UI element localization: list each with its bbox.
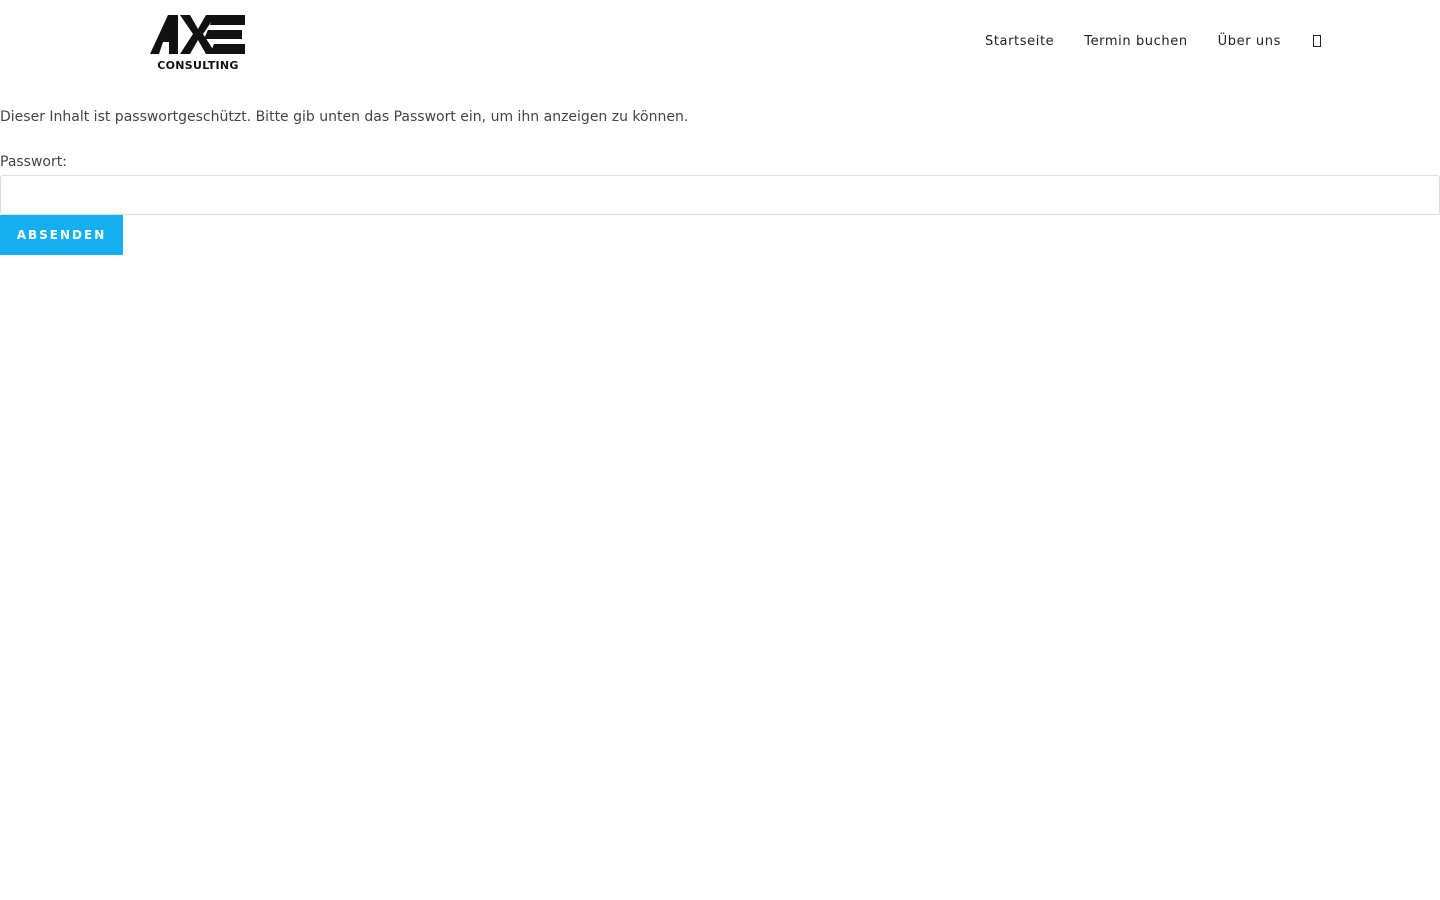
submit-button[interactable]: Absenden: [0, 215, 123, 255]
search-icon[interactable]: [1310, 35, 1324, 49]
svg-text:CONSULTING: CONSULTING: [157, 59, 239, 72]
nav-item-ueber-uns[interactable]: Über uns: [1203, 33, 1296, 51]
main-navigation: Startseite Termin buchen Über uns: [970, 33, 1296, 51]
axe-consulting-logo: CONSULTING: [150, 15, 245, 72]
nav-item-termin-buchen[interactable]: Termin buchen: [1069, 33, 1202, 51]
password-protected-notice: Dieser Inhalt ist passwortgeschützt. Bit…: [0, 109, 689, 125]
nav-item-startseite[interactable]: Startseite: [970, 33, 1069, 51]
password-input[interactable]: [0, 175, 1440, 215]
site-header: CONSULTING Startseite Termin buchen Über…: [0, 0, 1440, 86]
password-label: Passwort:: [0, 154, 67, 170]
site-logo[interactable]: CONSULTING: [148, 12, 248, 74]
